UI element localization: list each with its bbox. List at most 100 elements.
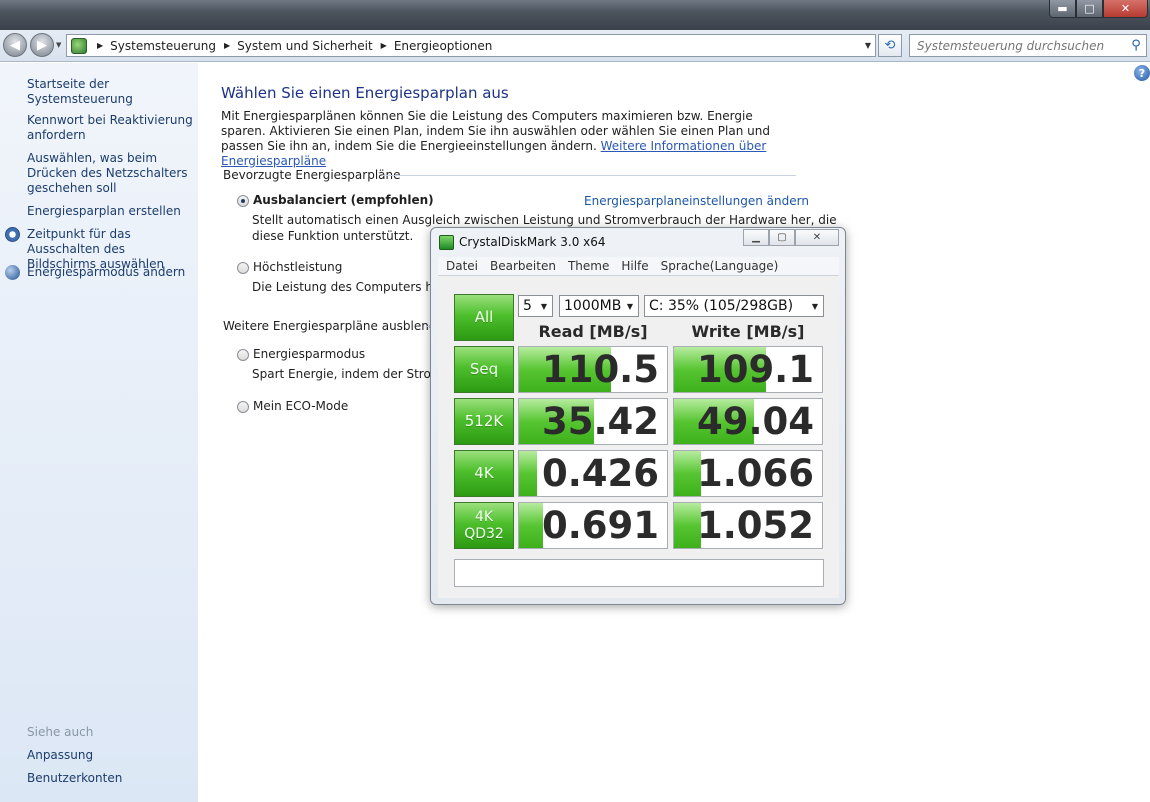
clock-icon xyxy=(5,227,20,242)
512k-read-value: 35.42 xyxy=(541,400,659,443)
app-icon xyxy=(439,235,454,250)
menu-datei[interactable]: Datei xyxy=(446,259,478,273)
see-also-heading: Siehe auch xyxy=(27,725,94,739)
plan-radio-high-performance[interactable] xyxy=(237,262,249,274)
menu-hilfe[interactable]: Hilfe xyxy=(621,259,648,273)
chevron-down-icon: ▼ xyxy=(811,301,818,311)
4k-write-value: 1.066 xyxy=(696,452,814,495)
page-title: Wählen Sie einen Energiesparplan aus xyxy=(221,84,509,102)
chevron-right-icon[interactable]: ▶ xyxy=(97,41,103,50)
512k-read-cell: 35.42 xyxy=(518,398,668,445)
run-4k-qd32-button[interactable]: 4K QD32 xyxy=(454,502,514,549)
history-dropdown-icon[interactable]: ▼ xyxy=(56,41,61,49)
write-column-header: Write [MB/s] xyxy=(691,322,805,341)
menu-theme[interactable]: Theme xyxy=(568,259,609,273)
group-divider xyxy=(382,175,796,176)
4k-qd32-write-cell: 1.052 xyxy=(673,502,823,549)
cdm-minimize-button[interactable]: ▁ xyxy=(743,229,769,246)
cdm-window-title: CrystalDiskMark 3.0 x64 xyxy=(459,235,606,249)
plan-radio-eco-mode[interactable] xyxy=(237,401,249,413)
plan-desc-high-performance: Die Leistung des Computers hat V xyxy=(252,280,458,294)
search-input[interactable] xyxy=(910,38,1126,53)
seq-read-value: 110.5 xyxy=(541,348,659,391)
plan-radio-balanced[interactable] xyxy=(237,195,249,207)
4k-qd32-read-bar xyxy=(519,503,543,548)
chevron-down-icon: ▼ xyxy=(540,301,547,311)
more-plans-toggle[interactable]: Weitere Energiesparpläne ausblenden xyxy=(223,319,451,333)
minimize-icon: ▁ xyxy=(752,232,760,243)
plan-name-power-saver[interactable]: Energiesparmodus xyxy=(253,347,365,361)
test-size-select[interactable]: 1000MB ▼ xyxy=(559,295,639,317)
run-4k-qd32-label-line2: QD32 xyxy=(464,525,504,542)
sidebar-item-power-button[interactable]: Auswählen, was beim Drücken des Netzscha… xyxy=(27,151,195,196)
512k-write-value: 49.04 xyxy=(696,400,814,443)
window-controls: ▬ □ ✕ xyxy=(1049,0,1148,18)
sidebar-item-user-accounts[interactable]: Benutzerkonten xyxy=(27,771,195,786)
4k-qd32-write-value: 1.052 xyxy=(696,504,814,547)
breadcrumb-systemsteuerung[interactable]: Systemsteuerung xyxy=(110,39,216,53)
close-icon: ✕ xyxy=(812,232,822,243)
4k-qd32-read-cell: 0.691 xyxy=(518,502,668,549)
refresh-button[interactable]: ⟲ xyxy=(878,34,902,57)
plan-desc-balanced-line2: diese Funktion unterstützt. xyxy=(252,229,414,243)
close-button[interactable]: ✕ xyxy=(1103,0,1148,18)
intro-text: Mit Energiesparplänen können Sie die Lei… xyxy=(221,109,801,169)
runs-value: 5 xyxy=(523,298,532,314)
maximize-button[interactable]: □ xyxy=(1076,0,1103,18)
arrow-left-icon: ◀ xyxy=(10,37,20,53)
navigation-bar: ◀ ▶ ▼ ▶ Systemsteuerung ▶ System und Sic… xyxy=(0,30,1150,62)
menu-bearbeiten[interactable]: Bearbeiten xyxy=(490,259,556,273)
sidebar-item-password-on-wake[interactable]: Kennwort bei Reaktivierung anfordern xyxy=(27,113,195,143)
test-size-value: 1000MB xyxy=(564,298,622,314)
plan-radio-power-saver[interactable] xyxy=(237,349,249,361)
breadcrumb-system-und-sicherheit[interactable]: System und Sicherheit xyxy=(237,39,373,53)
chevron-right-icon[interactable]: ▶ xyxy=(381,41,387,50)
cdm-maximize-button[interactable]: ▢ xyxy=(769,229,795,246)
menu-language[interactable]: Sprache(Language) xyxy=(661,259,779,273)
arrow-right-icon: ▶ xyxy=(37,37,47,53)
breadcrumb-energieoptionen[interactable]: Energieoptionen xyxy=(394,39,493,53)
sidebar-item-create-plan[interactable]: Energiesparplan erstellen xyxy=(27,204,195,219)
seq-write-value: 109.1 xyxy=(696,348,814,391)
preferred-plans-label: Bevorzugte Energiesparpläne xyxy=(223,168,401,182)
cdm-window-controls: ▁ ▢ ✕ xyxy=(743,229,839,246)
search-icon[interactable]: ⚲ xyxy=(1126,38,1146,53)
address-bar[interactable]: ▶ Systemsteuerung ▶ System und Sicherhei… xyxy=(66,34,876,57)
forward-button[interactable]: ▶ xyxy=(30,33,54,57)
plan-desc-power-saver: Spart Energie, indem der Stromve xyxy=(252,367,457,381)
minimize-button[interactable]: ▬ xyxy=(1049,0,1076,18)
4k-write-cell: 1.066 xyxy=(673,450,823,497)
plan-name-high-performance[interactable]: Höchstleistung xyxy=(253,260,342,274)
plan-name-eco-mode[interactable]: Mein ECO-Mode xyxy=(253,399,348,413)
read-column-header: Read [MB/s] xyxy=(538,322,648,341)
change-plan-settings-link[interactable]: Energiesparplaneinstellungen ändern xyxy=(584,194,809,208)
4k-read-bar xyxy=(519,451,537,496)
4k-read-value: 0.426 xyxy=(541,452,659,495)
back-button[interactable]: ◀ xyxy=(3,33,27,57)
cdm-menubar: Datei Bearbeiten Theme Hilfe Sprache(Lan… xyxy=(438,257,839,276)
512k-write-cell: 49.04 xyxy=(673,398,823,445)
drive-select[interactable]: C: 35% (105/298GB) ▼ xyxy=(644,295,824,317)
crystaldiskmark-window: CrystalDiskMark 3.0 x64 ▁ ▢ ✕ Datei Bear… xyxy=(430,227,846,605)
power-icon xyxy=(5,265,20,280)
run-4k-qd32-label-line1: 4K xyxy=(474,508,494,525)
window-titlebar: ▬ □ ✕ xyxy=(0,0,1150,30)
search-box: ⚲ xyxy=(909,34,1147,57)
sidebar-item-sleep-mode[interactable]: Energiesparmodus ändern xyxy=(27,265,195,280)
cdm-close-button[interactable]: ✕ xyxy=(795,229,839,246)
run-4k-button[interactable]: 4K xyxy=(454,450,514,497)
help-icon[interactable]: ? xyxy=(1134,65,1150,81)
plan-name-balanced[interactable]: Ausbalanciert (empfohlen) xyxy=(253,193,434,207)
sidebar-item-home[interactable]: Startseite der Systemsteuerung xyxy=(27,77,195,107)
run-seq-button[interactable]: Seq xyxy=(454,346,514,393)
seq-write-cell: 109.1 xyxy=(673,346,823,393)
chevron-down-icon: ▼ xyxy=(626,301,633,311)
maximize-icon: ▢ xyxy=(777,232,787,243)
runs-select[interactable]: 5 ▼ xyxy=(518,295,553,317)
sidebar-item-personalization[interactable]: Anpassung xyxy=(27,748,195,763)
chevron-right-icon[interactable]: ▶ xyxy=(224,41,230,50)
run-all-button[interactable]: All xyxy=(454,294,514,341)
run-512k-button[interactable]: 512K xyxy=(454,398,514,445)
address-dropdown-icon[interactable]: ▼ xyxy=(865,41,871,50)
seq-read-cell: 110.5 xyxy=(518,346,668,393)
